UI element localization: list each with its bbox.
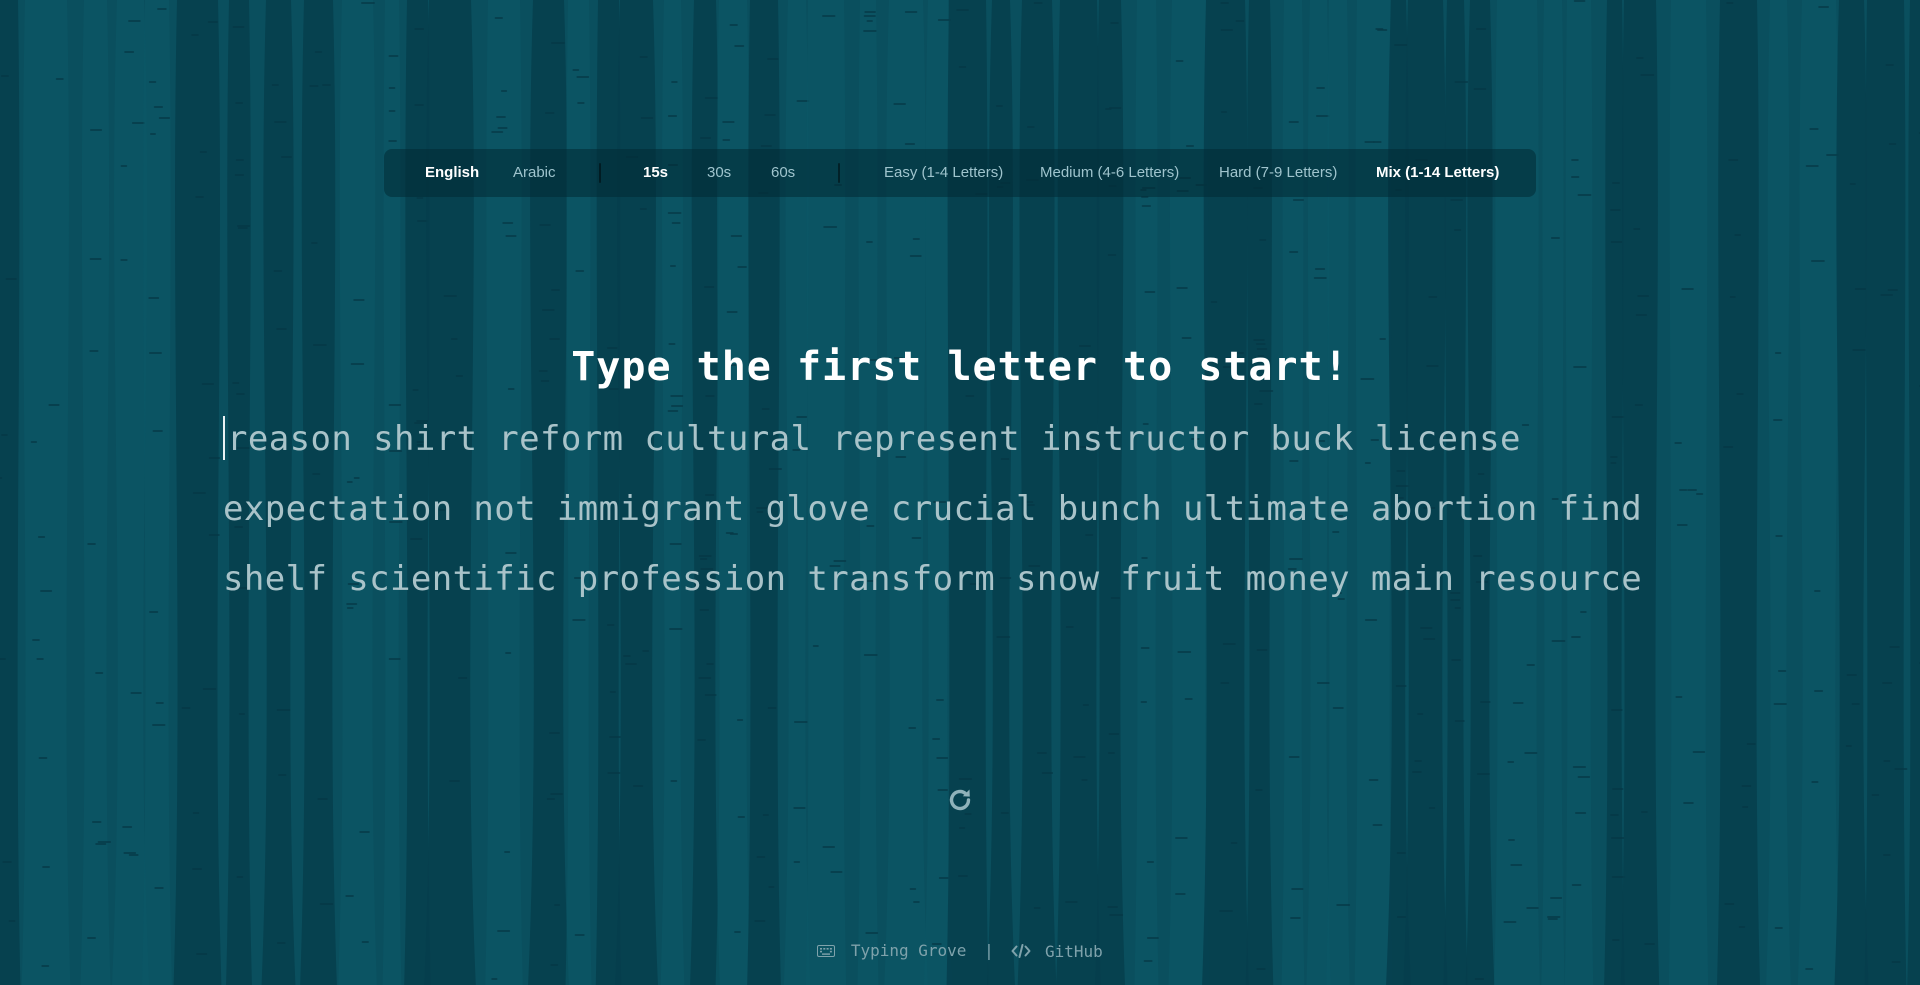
- settings-bar: English Arabic 15s 30s 60s Easy (1-4 Let…: [384, 149, 1536, 197]
- duration-option-30s[interactable]: 30s: [707, 149, 731, 197]
- word-line-1: reason shirt reform cultural represent i…: [227, 419, 1521, 459]
- difficulty-option-easy[interactable]: Easy (1-4 Letters): [884, 149, 1003, 197]
- typing-caret: [223, 416, 225, 460]
- github-label: GitHub: [1045, 941, 1103, 961]
- language-option-arabic[interactable]: Arabic: [513, 149, 556, 197]
- difficulty-option-mix[interactable]: Mix (1-14 Letters): [1376, 149, 1499, 197]
- footer: Typing Grove | GitHub: [0, 940, 1920, 961]
- restart-icon: [949, 789, 971, 811]
- keyboard-icon: [817, 944, 836, 957]
- start-prompt: Type the first letter to start!: [571, 344, 1349, 390]
- word-line-3: shelf scientific profession transform sn…: [223, 559, 1643, 599]
- difficulty-option-medium[interactable]: Medium (4-6 Letters): [1040, 149, 1179, 197]
- restart-button[interactable]: [945, 785, 975, 815]
- app-name: Typing Grove: [850, 941, 967, 960]
- github-link[interactable]: GitHub: [1011, 941, 1103, 961]
- duration-option-15s[interactable]: 15s: [643, 149, 668, 197]
- word-line-2: expectation not immigrant glove crucial …: [223, 489, 1643, 529]
- duration-option-60s[interactable]: 60s: [771, 149, 795, 197]
- divider: [838, 163, 840, 183]
- language-option-english[interactable]: English: [425, 149, 479, 197]
- word-area[interactable]: reason shirt reform cultural represent i…: [223, 404, 1683, 614]
- difficulty-option-hard[interactable]: Hard (7-9 Letters): [1219, 149, 1337, 197]
- code-icon: [1011, 944, 1031, 958]
- footer-divider: |: [984, 941, 994, 960]
- divider: [599, 163, 601, 183]
